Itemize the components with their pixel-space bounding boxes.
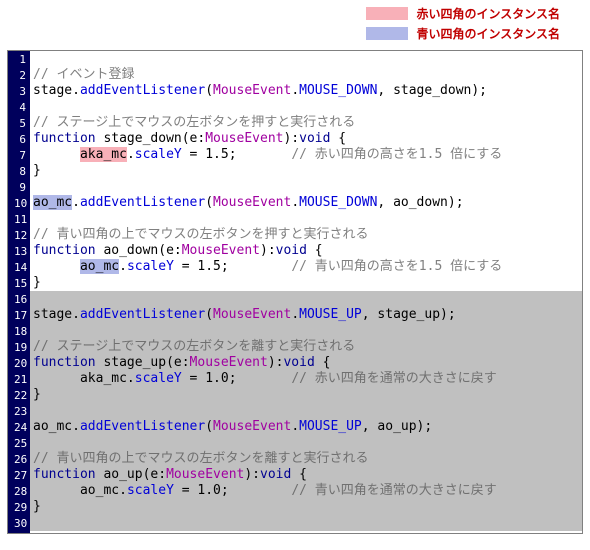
code-line: ao_mc.scaleY = 1.5; // 青い四角の高さを1.5 倍にする — [30, 259, 582, 275]
code-line — [30, 323, 582, 339]
code-line: // ステージ上でマウスの左ボタンを押すと実行される — [30, 115, 582, 131]
swatch-blue-icon — [366, 27, 408, 40]
code-line — [30, 515, 582, 531]
code-line — [30, 99, 582, 115]
code-line: } — [30, 275, 582, 291]
code-editor: 1234567891011121314151617181920212223242… — [7, 50, 583, 534]
code-line: // ステージ上でマウスの左ボタンを離すと実行される — [30, 339, 582, 355]
highlight-ao-mc: ao_mc — [33, 195, 72, 210]
code-line: } — [30, 387, 582, 403]
code-line: ao_mc.addEventListener(MouseEvent.MOUSE_… — [30, 419, 582, 435]
code-line: function ao_up(e:MouseEvent):void { — [30, 467, 582, 483]
code-line — [30, 179, 582, 195]
code-line: aka_mc.scaleY = 1.0; // 赤い四角を通常の大きさに戻す — [30, 371, 582, 387]
swatch-red-icon — [366, 7, 408, 20]
legend-row-blue: 青い四角のインスタンス名 — [366, 25, 560, 42]
code-line: function stage_up(e:MouseEvent):void { — [30, 355, 582, 371]
code-line: } — [30, 499, 582, 515]
comment: // イベント登録 — [33, 67, 134, 82]
code-line: function stage_down(e:MouseEvent):void { — [30, 131, 582, 147]
code-line: function ao_down(e:MouseEvent):void { — [30, 243, 582, 259]
highlight-ao-mc: ao_mc — [80, 259, 119, 274]
legend-red-label: 赤い四角のインスタンス名 — [416, 5, 560, 22]
code-line: stage.addEventListener(MouseEvent.MOUSE_… — [30, 307, 582, 323]
code-line: aka_mc.scaleY = 1.5; // 赤い四角の高さを1.5 倍にする — [30, 147, 582, 163]
code-line: // イベント登録 — [30, 67, 582, 83]
code-line: stage.addEventListener(MouseEvent.MOUSE_… — [30, 83, 582, 99]
code-line: // 青い四角の上でマウスの左ボタンを離すと実行される — [30, 451, 582, 467]
code-line: } — [30, 163, 582, 179]
code-body[interactable]: // イベント登録 stage.addEventListener(MouseEv… — [30, 51, 582, 533]
legend-blue-label: 青い四角のインスタンス名 — [416, 25, 560, 42]
code-line — [30, 291, 582, 307]
legend-box: 赤い四角のインスタンス名 青い四角のインスタンス名 — [0, 0, 590, 50]
highlight-aka-mc: aka_mc — [80, 147, 127, 162]
code-line — [30, 211, 582, 227]
code-line — [30, 435, 582, 451]
code-line: // 青い四角の上でマウスの左ボタンを押すと実行される — [30, 227, 582, 243]
legend-row-red: 赤い四角のインスタンス名 — [366, 5, 560, 22]
code-line — [30, 403, 582, 419]
code-line: ao_mc.addEventListener(MouseEvent.MOUSE_… — [30, 195, 582, 211]
line-gutter: 1234567891011121314151617181920212223242… — [8, 51, 30, 533]
code-line — [30, 51, 582, 67]
code-line: ao_mc.scaleY = 1.0; // 青い四角を通常の大きさに戻す — [30, 483, 582, 499]
